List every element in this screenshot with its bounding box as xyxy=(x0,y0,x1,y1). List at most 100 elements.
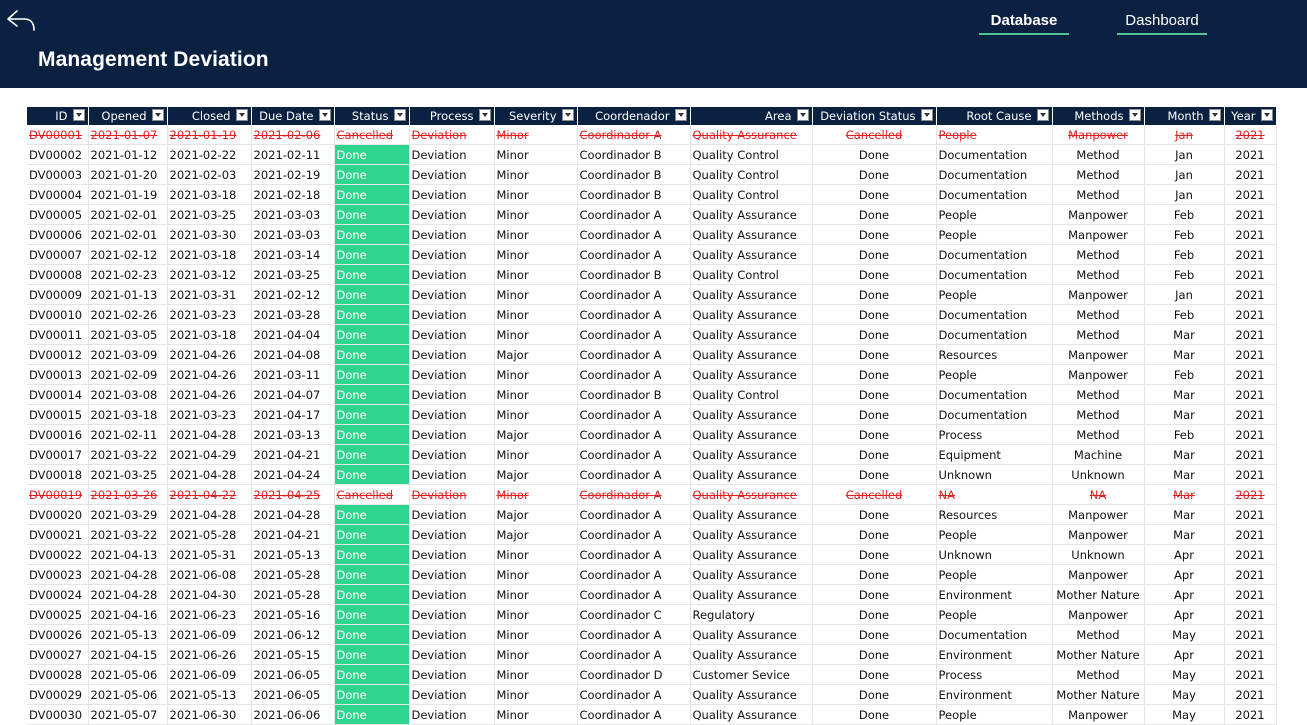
cell-root-cause[interactable]: People xyxy=(936,604,1053,625)
cell-area[interactable]: Quality Assurance xyxy=(690,644,813,665)
cell-closed[interactable]: 2021-03-31 xyxy=(167,284,252,305)
cell-process[interactable]: Deviation xyxy=(409,604,495,625)
cell-methods[interactable]: Manpower xyxy=(1052,204,1145,225)
cell-severity[interactable]: Minor xyxy=(494,304,578,325)
table-row[interactable]: DV00016 2021-02-11 2021-04-28 2021-03-13 Don… xyxy=(27,424,1277,445)
cell-opened[interactable]: 2021-03-08 xyxy=(88,384,168,405)
cell-closed[interactable]: 2021-02-22 xyxy=(167,144,252,165)
cell-methods[interactable]: Method xyxy=(1052,404,1145,425)
cell-area[interactable]: Quality Assurance xyxy=(690,284,813,305)
cell-root-cause[interactable]: Documentation xyxy=(936,184,1053,205)
cell-root-cause[interactable]: Documentation xyxy=(936,164,1053,185)
cell-status[interactable]: Done xyxy=(334,544,410,565)
filter-dropdown-icon[interactable] xyxy=(920,109,933,121)
cell-id[interactable]: DV00008 xyxy=(27,264,89,285)
cell-severity[interactable]: Minor xyxy=(494,244,578,265)
cell-coordenador[interactable]: Coordinador A xyxy=(577,125,691,145)
cell-root-cause[interactable]: People xyxy=(936,564,1053,585)
cell-coordenador[interactable]: Coordinador B xyxy=(577,264,691,285)
cell-opened[interactable]: 2021-03-05 xyxy=(88,324,168,345)
cell-status[interactable]: Done xyxy=(334,284,410,305)
cell-severity[interactable]: Major xyxy=(494,344,578,365)
cell-status[interactable]: Done xyxy=(334,584,410,605)
cell-area[interactable]: Quality Control xyxy=(690,184,813,205)
cell-methods[interactable]: Unknown xyxy=(1052,544,1145,565)
cell-methods[interactable]: Method xyxy=(1052,664,1145,685)
cell-deviation-status[interactable]: Done xyxy=(812,384,937,405)
cell-coordenador[interactable]: Coordinador B xyxy=(577,384,691,405)
cell-status[interactable]: Done xyxy=(334,704,410,725)
cell-methods[interactable]: Manpower xyxy=(1052,344,1145,365)
cell-due-date[interactable]: 2021-04-28 xyxy=(251,504,335,525)
cell-year[interactable]: 2021 xyxy=(1224,544,1277,565)
cell-due-date[interactable]: 2021-06-06 xyxy=(251,704,335,725)
cell-area[interactable]: Quality Assurance xyxy=(690,304,813,325)
cell-severity[interactable]: Minor xyxy=(494,144,578,165)
cell-month[interactable]: Jan xyxy=(1144,284,1225,305)
table-row[interactable]: DV00023 2021-04-28 2021-06-08 2021-05-28 Don… xyxy=(27,564,1277,585)
filter-dropdown-icon[interactable] xyxy=(318,109,331,121)
cell-process[interactable]: Deviation xyxy=(409,464,495,485)
cell-closed[interactable]: 2021-06-08 xyxy=(167,564,252,585)
cell-id[interactable]: DV00009 xyxy=(27,284,89,305)
cell-severity[interactable]: Minor xyxy=(494,624,578,645)
cell-id[interactable]: DV00002 xyxy=(27,144,89,165)
cell-area[interactable]: Regulatory xyxy=(690,604,813,625)
cell-id[interactable]: DV00023 xyxy=(27,564,89,585)
cell-area[interactable]: Quality Assurance xyxy=(690,424,813,445)
cell-opened[interactable]: 2021-01-12 xyxy=(88,144,168,165)
cell-id[interactable]: DV00029 xyxy=(27,684,89,705)
cell-due-date[interactable]: 2021-04-07 xyxy=(251,384,335,405)
cell-opened[interactable]: 2021-01-07 xyxy=(88,125,168,145)
cell-methods[interactable]: Manpower xyxy=(1052,564,1145,585)
cell-deviation-status[interactable]: Done xyxy=(812,284,937,305)
cell-process[interactable]: Deviation xyxy=(409,304,495,325)
cell-status[interactable]: Done xyxy=(334,244,410,265)
cell-root-cause[interactable]: Documentation xyxy=(936,244,1053,265)
table-row[interactable]: DV00012 2021-03-09 2021-04-26 2021-04-08 Don… xyxy=(27,344,1277,365)
cell-opened[interactable]: 2021-02-12 xyxy=(88,244,168,265)
cell-month[interactable]: Mar xyxy=(1144,384,1225,405)
cell-severity[interactable]: Minor xyxy=(494,384,578,405)
filter-dropdown-icon[interactable] xyxy=(1208,109,1221,121)
cell-year[interactable]: 2021 xyxy=(1224,144,1277,165)
cell-severity[interactable]: Minor xyxy=(494,444,578,465)
cell-due-date[interactable]: 2021-04-21 xyxy=(251,524,335,545)
cell-month[interactable]: Jan xyxy=(1144,125,1225,145)
cell-root-cause[interactable]: People xyxy=(936,524,1053,545)
cell-opened[interactable]: 2021-02-09 xyxy=(88,364,168,385)
cell-root-cause[interactable]: People xyxy=(936,204,1053,225)
cell-process[interactable]: Deviation xyxy=(409,364,495,385)
cell-opened[interactable]: 2021-03-09 xyxy=(88,344,168,365)
cell-coordenador[interactable]: Coordinador B xyxy=(577,144,691,165)
cell-year[interactable]: 2021 xyxy=(1224,624,1277,645)
cell-process[interactable]: Deviation xyxy=(409,444,495,465)
cell-id[interactable]: DV00014 xyxy=(27,384,89,405)
cell-severity[interactable]: Minor xyxy=(494,684,578,705)
cell-status[interactable]: Done xyxy=(334,404,410,425)
cell-area[interactable]: Customer Sevice xyxy=(690,664,813,685)
cell-severity[interactable]: Minor xyxy=(494,544,578,565)
cell-deviation-status[interactable]: Done xyxy=(812,344,937,365)
cell-root-cause[interactable]: Process xyxy=(936,664,1053,685)
cell-methods[interactable]: Unknown xyxy=(1052,464,1145,485)
cell-due-date[interactable]: 2021-03-03 xyxy=(251,224,335,245)
cell-status[interactable]: Cancelled xyxy=(334,125,410,145)
cell-opened[interactable]: 2021-04-15 xyxy=(88,644,168,665)
cell-closed[interactable]: 2021-03-18 xyxy=(167,324,252,345)
cell-closed[interactable]: 2021-04-28 xyxy=(167,504,252,525)
filter-dropdown-icon[interactable] xyxy=(796,109,809,121)
cell-area[interactable]: Quality Control xyxy=(690,264,813,285)
cell-closed[interactable]: 2021-06-09 xyxy=(167,624,252,645)
filter-dropdown-icon[interactable] xyxy=(1036,109,1049,121)
cell-deviation-status[interactable]: Done xyxy=(812,664,937,685)
cell-due-date[interactable]: 2021-04-25 xyxy=(251,484,335,505)
cell-process[interactable]: Deviation xyxy=(409,164,495,185)
cell-deviation-status[interactable]: Done xyxy=(812,504,937,525)
cell-opened[interactable]: 2021-05-06 xyxy=(88,684,168,705)
filter-dropdown-icon[interactable] xyxy=(1260,109,1273,121)
cell-month[interactable]: Feb xyxy=(1144,424,1225,445)
cell-severity[interactable]: Minor xyxy=(494,364,578,385)
cell-id[interactable]: DV00020 xyxy=(27,504,89,525)
cell-methods[interactable]: Method xyxy=(1052,324,1145,345)
